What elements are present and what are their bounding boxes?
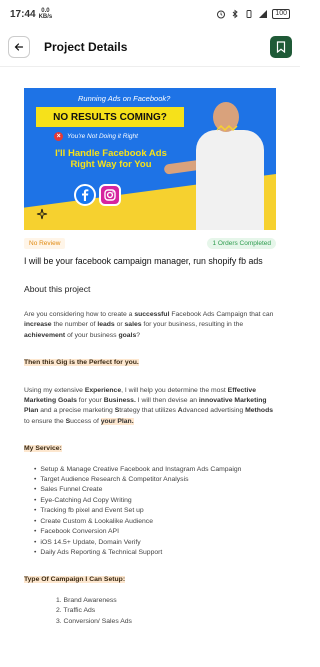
- vibrate-icon: [246, 10, 252, 18]
- list-item: Facebook Conversion API: [34, 527, 280, 537]
- banner-handle-line1: I'll Handle Facebook Ads: [55, 148, 167, 159]
- status-time: 17:44: [10, 8, 36, 20]
- list-item: 2. Traffic Ads: [56, 607, 96, 615]
- arrow-left-icon: [14, 43, 24, 51]
- header-divider: [0, 66, 300, 67]
- campaign-heading: Type Of Campaign I Can Setup:: [24, 576, 126, 584]
- list-item: Create Custom & Lookalike Audience: [34, 517, 280, 527]
- perfect-line: Then this Gig is the Perfect for you.: [24, 359, 139, 367]
- list-item: Setup & Manage Creative Facebook and Ins…: [34, 465, 280, 475]
- instagram-logo-icon: [99, 184, 121, 206]
- banner-wrong-line: × You're Not Doing it Right: [54, 132, 138, 141]
- app-bar: Project Details: [0, 30, 300, 64]
- about-heading: About this project: [24, 284, 91, 294]
- signal-icon: [259, 10, 268, 18]
- x-circle-icon: ×: [54, 132, 63, 141]
- list-item: Sales Funnel Create: [34, 485, 280, 495]
- gig-tags: No Review 1 Orders Completed: [24, 236, 276, 250]
- about-content: Are you considering how to create a succ…: [24, 310, 280, 627]
- intro-paragraph: Are you considering how to create a succ…: [24, 311, 274, 339]
- alarm-icon: [217, 10, 226, 19]
- review-badge: No Review: [24, 237, 66, 249]
- list-item: iOS 14.5+ Update, Domain Verify: [34, 538, 280, 548]
- banner-headline: NO RESULTS COMING?: [36, 107, 184, 127]
- list-item: 3. Conversion/ Sales Ads: [56, 617, 132, 625]
- zigzag-decoration-icon: [216, 124, 238, 132]
- gig-title: I will be your facebook campaign manager…: [24, 256, 263, 266]
- gig-banner-image: Running Ads on Facebook? NO RESULTS COMI…: [24, 88, 276, 230]
- orders-badge: 1 Orders Completed: [207, 237, 276, 249]
- list-item: Daily Ads Reporting & Technical Support: [34, 548, 280, 558]
- facebook-logo-icon: [74, 184, 96, 206]
- list-item: 1. Brand Awareness: [56, 596, 117, 604]
- service-list: Setup & Manage Creative Facebook and Ins…: [24, 465, 280, 559]
- page-title: Project Details: [44, 40, 128, 54]
- list-item: Eye-Catching Ad Copy Writing: [34, 496, 280, 506]
- status-icons: 100: [216, 9, 290, 19]
- battery-icon: 100: [272, 9, 290, 19]
- bookmark-button[interactable]: [270, 36, 292, 58]
- network-speed-unit: KB/s: [38, 14, 53, 20]
- back-button[interactable]: [8, 36, 30, 58]
- service-heading: My Service:: [24, 445, 62, 453]
- banner-wrong-text: You're Not Doing it Right: [67, 133, 138, 140]
- bookmark-icon: [276, 41, 286, 53]
- network-speed: 0.0 KB/s: [39, 8, 53, 20]
- person-body: [196, 130, 264, 230]
- list-item: Tracking fb pixel and Event Set up: [34, 506, 280, 516]
- banner-handle-line2: Right Way for You: [70, 159, 152, 170]
- bluetooth-icon: [232, 9, 238, 19]
- experience-paragraph: Using my extensive Experience, I will he…: [24, 386, 274, 425]
- list-item: Target Audience Research & Competitor An…: [34, 475, 280, 485]
- sparkle-icon: [36, 208, 48, 220]
- banner-top-text: Running Ads on Facebook?: [78, 94, 171, 103]
- campaign-list: 1. Brand Awareness 2. Traffic Ads 3. Con…: [24, 596, 280, 627]
- status-bar: 17:44 0.0 KB/s 100: [0, 0, 300, 28]
